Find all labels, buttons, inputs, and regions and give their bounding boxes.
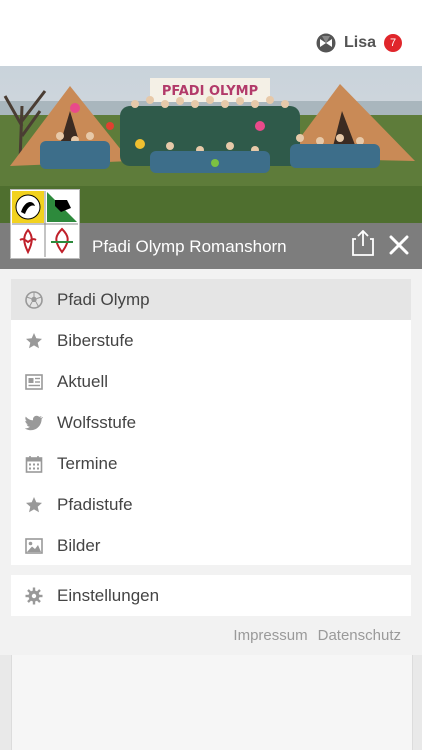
image-icon bbox=[25, 537, 43, 555]
top-bar: Lisa 7 bbox=[0, 0, 422, 66]
settings-label: Einstellungen bbox=[57, 585, 160, 605]
menu-item-label: Bilder bbox=[57, 535, 101, 555]
background-content bbox=[0, 655, 422, 750]
impressum-link[interactable]: Impressum bbox=[233, 627, 307, 644]
menu-item-aktuell[interactable]: Aktuell bbox=[11, 361, 411, 402]
menu-item-pfadistufe[interactable]: Pfadistufe bbox=[11, 484, 411, 525]
page-title: Pfadi Olymp Romanshorn bbox=[92, 237, 287, 256]
navigation-menu: Pfadi Olymp Biberstufe Aktuell Wolfsstuf… bbox=[11, 279, 411, 565]
menu-item-bilder[interactable]: Bilder bbox=[11, 525, 411, 566]
background-content-card bbox=[11, 655, 413, 750]
crest-logo bbox=[10, 189, 80, 259]
star-icon bbox=[25, 496, 43, 514]
menu-item-label: Pfadistufe bbox=[57, 494, 133, 514]
menu-item-label: Wolfsstufe bbox=[57, 412, 137, 432]
share-icon bbox=[352, 230, 374, 256]
menu-item-label: Aktuell bbox=[57, 371, 109, 391]
menu-item-label: Biberstufe bbox=[57, 330, 134, 350]
share-button[interactable] bbox=[350, 228, 376, 258]
menu-item-label: Pfadi Olymp bbox=[57, 289, 150, 309]
calendar-icon bbox=[25, 455, 43, 473]
datenschutz-link[interactable]: Datenschutz bbox=[318, 627, 401, 644]
gear-icon bbox=[25, 587, 43, 605]
newspaper-icon bbox=[25, 373, 43, 391]
menu-item-label: Termine bbox=[57, 453, 118, 473]
twitter-bird-icon bbox=[25, 414, 43, 432]
star-icon bbox=[25, 332, 43, 350]
close-button[interactable] bbox=[386, 232, 412, 258]
close-icon bbox=[389, 235, 409, 255]
footer-links: Impressum Datenschutz bbox=[233, 627, 401, 644]
menu-item-pfadi-olymp[interactable]: Pfadi Olymp bbox=[11, 279, 411, 320]
user-name: Lisa bbox=[343, 34, 376, 51]
notification-badge[interactable]: 7 bbox=[384, 34, 402, 52]
menu-item-wolfsstufe[interactable]: Wolfsstufe bbox=[11, 402, 411, 443]
app-logo-icon bbox=[316, 33, 336, 53]
menu-item-settings[interactable]: Einstellungen bbox=[11, 575, 411, 616]
user-account[interactable]: Lisa 7 bbox=[316, 33, 402, 53]
menu-item-termine[interactable]: Termine bbox=[11, 443, 411, 484]
soccer-ball-icon bbox=[25, 290, 43, 309]
menu-item-biberstufe[interactable]: Biberstufe bbox=[11, 320, 411, 361]
